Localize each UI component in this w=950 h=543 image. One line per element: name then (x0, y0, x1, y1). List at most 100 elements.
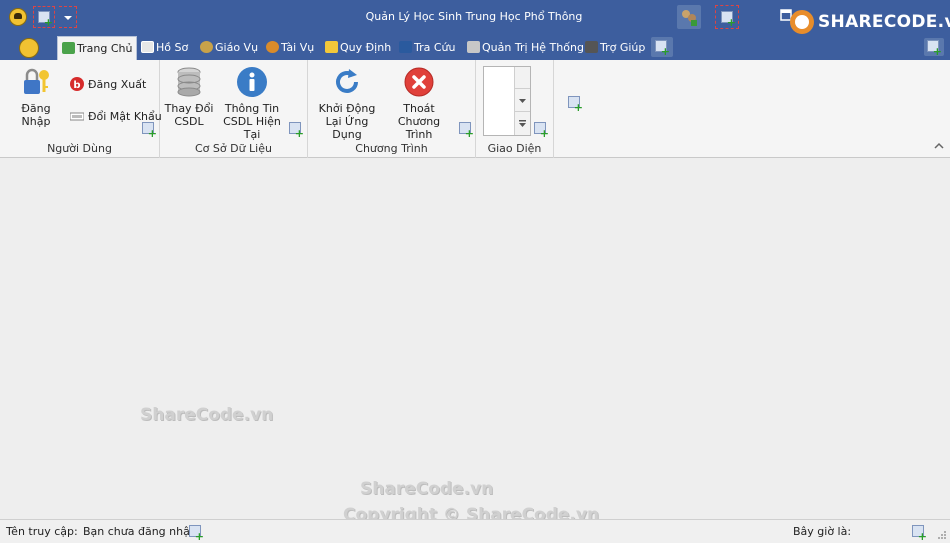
ribbon-tab-strip: Trang Chủ Hồ Sơ Giáo Vụ Tài Vụ Quy Định … (0, 34, 950, 60)
add-icon (534, 122, 549, 139)
tab-trang-chu[interactable]: Trang Chủ (57, 36, 138, 60)
group-label: Người Dùng (47, 142, 112, 155)
app-menu-icon (19, 38, 39, 58)
change-db-button[interactable]: Thay Đổi CSDL (164, 66, 214, 128)
login-label: Đăng Nhập (21, 102, 51, 128)
id-card-icon (141, 41, 154, 53)
info-icon (236, 66, 268, 98)
group-interface-launcher[interactable] (534, 122, 549, 139)
restart-app-button[interactable]: Khởi Động Lại Ứng Dụng (313, 66, 381, 141)
brand-text: SHARECODE.vn (818, 12, 950, 32)
add-icon (568, 96, 583, 113)
gallery-scroll-down-button[interactable] (515, 90, 530, 112)
skin-icon[interactable] (677, 5, 701, 29)
logout-button[interactable]: b Đăng Xuất (70, 77, 146, 93)
tab-label: Hồ Sơ (156, 41, 189, 54)
status-add-right-button[interactable] (911, 524, 927, 542)
qat-add-button[interactable] (33, 6, 55, 28)
tab-add-button[interactable] (651, 37, 673, 57)
tab-label: Quy Định (340, 41, 392, 54)
exit-icon (403, 66, 435, 98)
group-chuong-trinh: Khởi Động Lại Ứng Dụng Thoát Chương Trìn… (308, 60, 476, 158)
tab-label: Quản Trị Hệ Thống (482, 41, 584, 54)
status-bar: Tên truy cập: Bạn chưa đăng nhập Bây giờ… (0, 519, 950, 543)
change-db-label-line1: Thay Đổi (164, 102, 214, 115)
refresh-icon (331, 66, 363, 98)
group-user-launcher[interactable] (142, 122, 157, 139)
rules-icon (325, 41, 338, 53)
access-label: Tên truy cập: (6, 525, 78, 538)
status-add-button[interactable] (188, 524, 204, 542)
tab-label: Trang Chủ (77, 42, 133, 55)
resize-grip-icon[interactable] (937, 530, 947, 540)
add-icon (459, 122, 474, 139)
tab-tro-giup[interactable]: Trợ Giúp (585, 36, 645, 60)
add-icon (912, 525, 927, 542)
tab-label: Tra Cứu (414, 41, 456, 54)
group-db-launcher[interactable] (289, 122, 304, 139)
gallery-scrollbar (514, 67, 530, 135)
gallery-expand-button[interactable] (515, 113, 530, 135)
tab-quan-tri-he-thong[interactable]: Quản Trị Hệ Thống (467, 36, 584, 60)
application-menu-button[interactable] (12, 36, 48, 60)
exit-label-line2: Trình (405, 128, 433, 141)
watermark: ShareCode.vn (140, 405, 274, 425)
database-icon (173, 66, 205, 98)
tab-tai-vu[interactable]: Tài Vụ (266, 36, 314, 60)
tab-label: Trợ Giúp (600, 41, 646, 54)
db-info-button[interactable]: Thông Tin CSDL Hiện Tại (216, 66, 288, 141)
logout-icon: b (70, 77, 84, 91)
access-value: Bạn chưa đăng nhập (83, 525, 197, 538)
tab-ho-so[interactable]: Hồ Sơ (141, 36, 188, 60)
key-lock-icon (20, 66, 52, 98)
watermark: ShareCode.vn (360, 479, 494, 499)
brand-logo-icon (790, 10, 814, 34)
add-icon (289, 122, 304, 139)
help-book-icon (585, 41, 598, 53)
ribbon-collapse-icon[interactable] (934, 141, 944, 151)
main-content-area: ShareCode.vn ShareCode.vn Copyright © Sh… (0, 158, 950, 525)
group-co-so-du-lieu: Thay Đổi CSDL Thông Tin CSDL Hiện Tại Cơ… (160, 60, 308, 158)
time-label: Bây giờ là: (793, 525, 852, 538)
gallery-scroll-up-button[interactable] (515, 67, 530, 89)
add-icon (189, 525, 204, 542)
user-money-icon (266, 41, 279, 53)
tab-label: Tài Vụ (281, 41, 315, 54)
window-title: Quản Lý Học Sinh Trung Học Phổ Thông (365, 10, 583, 23)
exit-label-line1: Thoát Chương (397, 102, 441, 128)
add-icon (927, 40, 942, 57)
change-db-label-line2: CSDL (174, 115, 204, 128)
login-button[interactable]: Đăng Nhập (6, 66, 66, 128)
exit-program-button[interactable]: Thoát Chương Trình (383, 66, 455, 141)
group-label: Cơ Sở Dữ Liệu (195, 142, 272, 155)
group-program-launcher[interactable] (459, 122, 474, 139)
qat-dropdown-button[interactable] (59, 6, 77, 28)
add-icon (142, 122, 157, 139)
teacher-icon (200, 41, 213, 53)
password-icon (69, 109, 85, 123)
tab-quy-dinh[interactable]: Quy Định (325, 36, 391, 60)
db-info-label-line2: CSDL Hiện Tại (223, 115, 281, 141)
app-icon[interactable] (9, 8, 27, 26)
ribbon-panel: Đăng Nhập b Đăng Xuất Đổi Mật Khẩu Người… (0, 60, 950, 158)
logout-label: Đăng Xuất (88, 78, 147, 91)
tools-icon (467, 41, 480, 53)
restart-label-line1: Khởi Động (318, 102, 376, 115)
title-add-button[interactable] (715, 5, 739, 29)
add-icon (655, 40, 670, 57)
group-nguoi-dung: Đăng Nhập b Đăng Xuất Đổi Mật Khẩu Người… (0, 60, 162, 158)
tab-giao-vu[interactable]: Giáo Vụ (200, 36, 258, 60)
tab-label: Giáo Vụ (215, 41, 259, 54)
title-bar: Quản Lý Học Sinh Trung Học Phổ Thông SHA… (0, 0, 950, 34)
ribbon-add-group-button[interactable] (566, 94, 584, 113)
restart-label-line2: Lại Ứng Dụng (325, 115, 369, 141)
svg-text:b: b (73, 80, 80, 91)
home-icon (62, 42, 75, 54)
skin-gallery[interactable] (483, 66, 531, 136)
group-label: Chương Trình (355, 142, 428, 155)
group-label: Giao Diện (487, 142, 542, 155)
add-icon (721, 11, 736, 28)
tab-tra-cuu[interactable]: Tra Cứu (399, 36, 456, 60)
ribbon-options-button[interactable] (924, 38, 944, 57)
db-info-label-line1: Thông Tin (224, 102, 280, 115)
